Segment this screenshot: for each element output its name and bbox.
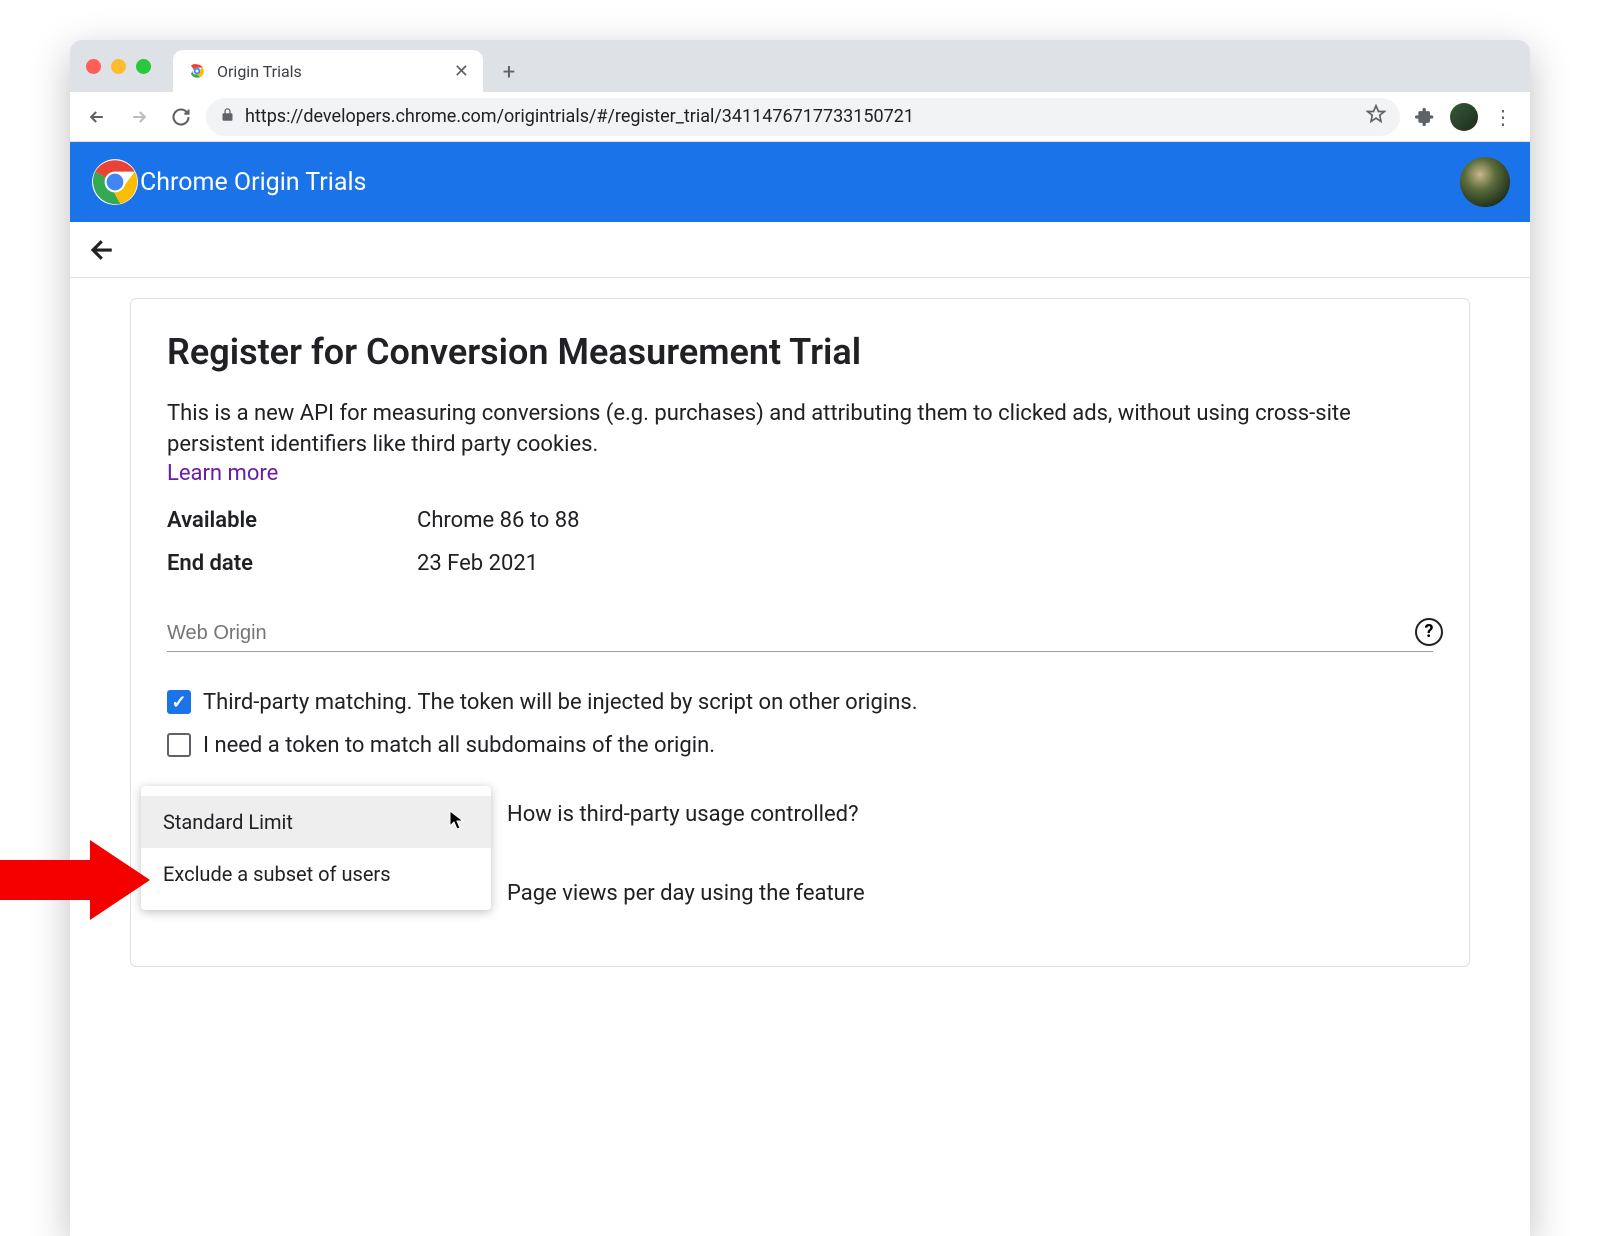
end-date-value: 23 Feb 2021	[417, 551, 538, 576]
chrome-favicon-icon	[187, 61, 207, 81]
usage-question-2: Page views per day using the feature	[507, 881, 1433, 906]
window-controls	[70, 40, 167, 92]
dropdown-option-standard[interactable]: Standard Limit	[141, 796, 491, 848]
card-title: Register for Conversion Measurement Tria…	[167, 331, 1433, 373]
window-close-icon[interactable]	[86, 59, 101, 74]
address-bar[interactable]: https://developers.chrome.com/origintria…	[206, 98, 1400, 136]
web-origin-field: ?	[167, 622, 1433, 652]
chrome-logo-icon	[90, 157, 140, 207]
web-origin-input[interactable]	[167, 622, 1433, 645]
browser-window: Origin Trials ✕ + https://developers.chr…	[70, 40, 1530, 1236]
end-date-label: End date	[167, 551, 417, 576]
browser-tab[interactable]: Origin Trials ✕	[173, 50, 483, 92]
meta-section: Available Chrome 86 to 88 End date 23 Fe…	[167, 508, 1433, 576]
tab-close-icon[interactable]: ✕	[454, 61, 469, 82]
dropdown-option-label: Exclude a subset of users	[163, 862, 391, 886]
profile-avatar[interactable]	[1460, 157, 1510, 207]
window-zoom-icon[interactable]	[136, 59, 151, 74]
usage-section: How is third-party usage controlled? Pag…	[167, 802, 1433, 906]
third-party-checkbox-label: Third-party matching. The token will be …	[203, 690, 918, 715]
browser-toolbar: https://developers.chrome.com/origintria…	[70, 92, 1530, 142]
card-description: This is a new API for measuring conversi…	[167, 399, 1433, 461]
subdomain-checkbox[interactable]	[167, 733, 191, 757]
callout-arrow-icon	[0, 840, 150, 920]
tab-title: Origin Trials	[217, 62, 302, 81]
browser-menu-icon[interactable]: ⋮	[1486, 100, 1520, 134]
page-subheader	[70, 222, 1530, 278]
subdomain-checkbox-label: I need a token to match all subdomains o…	[203, 733, 715, 758]
back-button[interactable]	[80, 100, 114, 134]
header-title: Chrome Origin Trials	[140, 168, 366, 197]
registration-card: Register for Conversion Measurement Tria…	[130, 298, 1470, 967]
help-icon[interactable]: ?	[1415, 618, 1443, 646]
third-party-checkbox-row: Third-party matching. The token will be …	[167, 690, 1433, 715]
url-text: https://developers.chrome.com/origintria…	[245, 106, 1356, 127]
subdomain-checkbox-row: I need a token to match all subdomains o…	[167, 733, 1433, 758]
profile-avatar-small[interactable]	[1450, 103, 1478, 131]
learn-more-link[interactable]: Learn more	[167, 461, 278, 486]
new-tab-button[interactable]: +	[493, 56, 525, 88]
dropdown-option-label: Standard Limit	[163, 810, 293, 834]
bookmark-star-icon[interactable]	[1366, 104, 1386, 129]
forward-button[interactable]	[122, 100, 156, 134]
extensions-icon[interactable]	[1408, 100, 1442, 134]
usage-limit-dropdown: Standard Limit Exclude a subset of users	[141, 786, 491, 910]
back-arrow-icon[interactable]	[88, 235, 118, 265]
available-label: Available	[167, 508, 417, 533]
third-party-checkbox[interactable]	[167, 690, 191, 714]
available-value: Chrome 86 to 88	[417, 508, 580, 533]
usage-question-1: How is third-party usage controlled?	[507, 802, 1433, 827]
page-header: Chrome Origin Trials	[70, 142, 1530, 222]
reload-button[interactable]	[164, 100, 198, 134]
window-minimize-icon[interactable]	[111, 59, 126, 74]
dropdown-option-exclude[interactable]: Exclude a subset of users	[141, 848, 491, 900]
tab-bar: Origin Trials ✕ +	[70, 40, 1530, 92]
end-date-row: End date 23 Feb 2021	[167, 551, 1433, 576]
cursor-icon	[449, 810, 465, 835]
available-row: Available Chrome 86 to 88	[167, 508, 1433, 533]
lock-icon	[220, 107, 235, 126]
